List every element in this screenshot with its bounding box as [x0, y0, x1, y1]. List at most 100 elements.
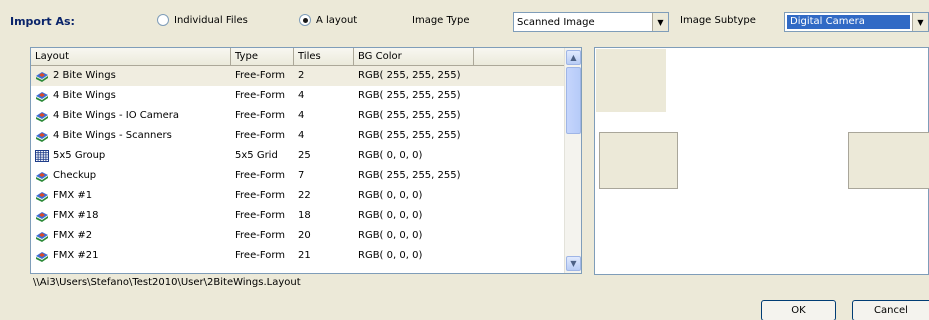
ok-button[interactable]: OK	[761, 300, 836, 320]
image-type-dropdown[interactable]: Scanned Image ▼	[513, 12, 669, 32]
table-row[interactable]: Checkup Free-Form 7 RGB( 255, 255, 255)	[31, 166, 581, 186]
list-rows: 2 Bite Wings Free-Form 2 RGB( 255, 255, 255…	[31, 66, 581, 266]
cell-tiles: 4	[298, 110, 305, 121]
scroll-down-icon[interactable]: ▼	[566, 256, 581, 271]
chevron-down-icon[interactable]: ▼	[652, 13, 668, 31]
cell-type: Free-Form	[235, 170, 286, 181]
cell-type: Free-Form	[235, 70, 286, 81]
cell-bg-color: RGB( 0, 0, 0)	[358, 250, 423, 261]
individual-files-label: Individual Files	[174, 14, 248, 26]
layout-name: 2 Bite Wings	[53, 70, 116, 81]
table-row[interactable]: FMX #1 Free-Form 22 RGB( 0, 0, 0)	[31, 186, 581, 206]
preview-tile	[596, 49, 666, 112]
layout-icon	[35, 250, 49, 262]
layout-icon	[35, 210, 49, 222]
cell-tiles: 2	[298, 70, 305, 81]
individual-files-radio[interactable]: Individual Files	[157, 14, 248, 26]
image-subtype-dropdown[interactable]: Digital Camera ▼	[784, 12, 929, 32]
cell-tiles: 4	[298, 130, 305, 141]
cell-tiles: 20	[298, 230, 311, 241]
layout-name: FMX #2	[53, 230, 93, 241]
cancel-button[interactable]: Cancel	[852, 300, 929, 320]
cell-tiles: 4	[298, 90, 305, 101]
layout-name: 4 Bite Wings	[53, 90, 116, 101]
layout-name: 5x5 Group	[53, 150, 106, 161]
cell-tiles: 21	[298, 250, 311, 261]
cell-bg-color: RGB( 255, 255, 255)	[358, 90, 461, 101]
layout-preview	[594, 47, 929, 275]
table-row[interactable]: 2 Bite Wings Free-Form 2 RGB( 255, 255, 255…	[31, 66, 581, 86]
layout-name: FMX #18	[53, 210, 99, 221]
layout-icon	[35, 110, 49, 122]
scroll-up-icon[interactable]: ▲	[566, 50, 581, 65]
cell-type: Free-Form	[235, 230, 286, 241]
list-header: Layout Type Tiles BG Color	[31, 48, 581, 66]
cell-type: Free-Form	[235, 130, 286, 141]
import-as-label: Import As:	[10, 15, 75, 28]
cell-bg-color: RGB( 0, 0, 0)	[358, 150, 423, 161]
cell-layout: 4 Bite Wings - IO Camera	[31, 106, 231, 126]
cell-layout: 5x5 Group	[31, 146, 231, 166]
image-type-label: Image Type	[412, 15, 470, 26]
table-row[interactable]: FMX #18 Free-Form 18 RGB( 0, 0, 0)	[31, 206, 581, 226]
layout-icon	[35, 170, 49, 182]
table-row[interactable]: FMX #21 Free-Form 21 RGB( 0, 0, 0)	[31, 246, 581, 266]
cell-type: Free-Form	[235, 210, 286, 221]
cell-layout: FMX #1	[31, 186, 231, 206]
image-type-value: Scanned Image	[517, 16, 595, 28]
radio-indicator[interactable]	[157, 14, 169, 26]
layout-list[interactable]: Layout Type Tiles BG Color 2 Bite Wings F…	[30, 47, 582, 274]
file-path-text: \\Ai3\Users\Stefano\Test2010\User\2BiteW…	[33, 277, 301, 288]
column-header-tiles[interactable]: Tiles	[294, 48, 354, 65]
vertical-scrollbar[interactable]: ▲ ▼	[564, 48, 581, 273]
column-header-type[interactable]: Type	[231, 48, 294, 65]
grid-icon	[35, 150, 49, 162]
radio-indicator-checked[interactable]	[299, 14, 311, 26]
chevron-down-icon[interactable]: ▼	[912, 13, 928, 31]
cell-type: Free-Form	[235, 190, 286, 201]
cell-layout: FMX #18	[31, 206, 231, 226]
cell-tiles: 22	[298, 190, 311, 201]
layout-icon	[35, 70, 49, 82]
layout-icon	[35, 130, 49, 142]
cell-layout: 4 Bite Wings	[31, 86, 231, 106]
table-row[interactable]: 4 Bite Wings Free-Form 4 RGB( 255, 255, 255…	[31, 86, 581, 106]
layout-icon	[35, 230, 49, 242]
cell-type: Free-Form	[235, 250, 286, 261]
a-layout-radio[interactable]: A layout	[299, 14, 357, 26]
cell-bg-color: RGB( 255, 255, 255)	[358, 170, 461, 181]
cell-layout: 4 Bite Wings - Scanners	[31, 126, 231, 146]
table-row[interactable]: 5x5 Group 5x5 Grid 25 RGB( 0, 0, 0)	[31, 146, 581, 166]
layout-name: 4 Bite Wings - Scanners	[53, 130, 172, 141]
cell-bg-color: RGB( 255, 255, 255)	[358, 110, 461, 121]
preview-tile	[848, 132, 929, 189]
cell-bg-color: RGB( 255, 255, 255)	[358, 70, 461, 81]
scroll-thumb[interactable]	[566, 67, 581, 134]
column-header-bg-color[interactable]: BG Color	[354, 48, 474, 65]
cell-layout: FMX #2	[31, 226, 231, 246]
cell-bg-color: RGB( 0, 0, 0)	[358, 230, 423, 241]
column-header-layout[interactable]: Layout	[31, 48, 231, 65]
preview-tile	[599, 132, 678, 189]
layout-name: FMX #21	[53, 250, 99, 261]
table-row[interactable]: 4 Bite Wings - IO Camera Free-Form 4 RGB( 2…	[31, 106, 581, 126]
layout-icon	[35, 190, 49, 202]
cell-type: Free-Form	[235, 90, 286, 101]
layout-name: FMX #1	[53, 190, 93, 201]
table-row[interactable]: FMX #2 Free-Form 20 RGB( 0, 0, 0)	[31, 226, 581, 246]
cell-tiles: 18	[298, 210, 311, 221]
cell-layout: 2 Bite Wings	[31, 66, 231, 86]
cell-tiles: 7	[298, 170, 305, 181]
layout-name: Checkup	[53, 170, 97, 181]
image-subtype-value: Digital Camera	[787, 15, 910, 29]
cell-tiles: 25	[298, 150, 311, 161]
cell-layout: FMX #21	[31, 246, 231, 266]
a-layout-label: A layout	[316, 14, 358, 26]
cell-type: 5x5 Grid	[235, 150, 278, 161]
layout-icon	[35, 90, 49, 102]
layout-name: 4 Bite Wings - IO Camera	[53, 110, 179, 121]
cell-bg-color: RGB( 0, 0, 0)	[358, 210, 423, 221]
table-row[interactable]: 4 Bite Wings - Scanners Free-Form 4 RGB( 25…	[31, 126, 581, 146]
cell-layout: Checkup	[31, 166, 231, 186]
cell-bg-color: RGB( 0, 0, 0)	[358, 190, 423, 201]
